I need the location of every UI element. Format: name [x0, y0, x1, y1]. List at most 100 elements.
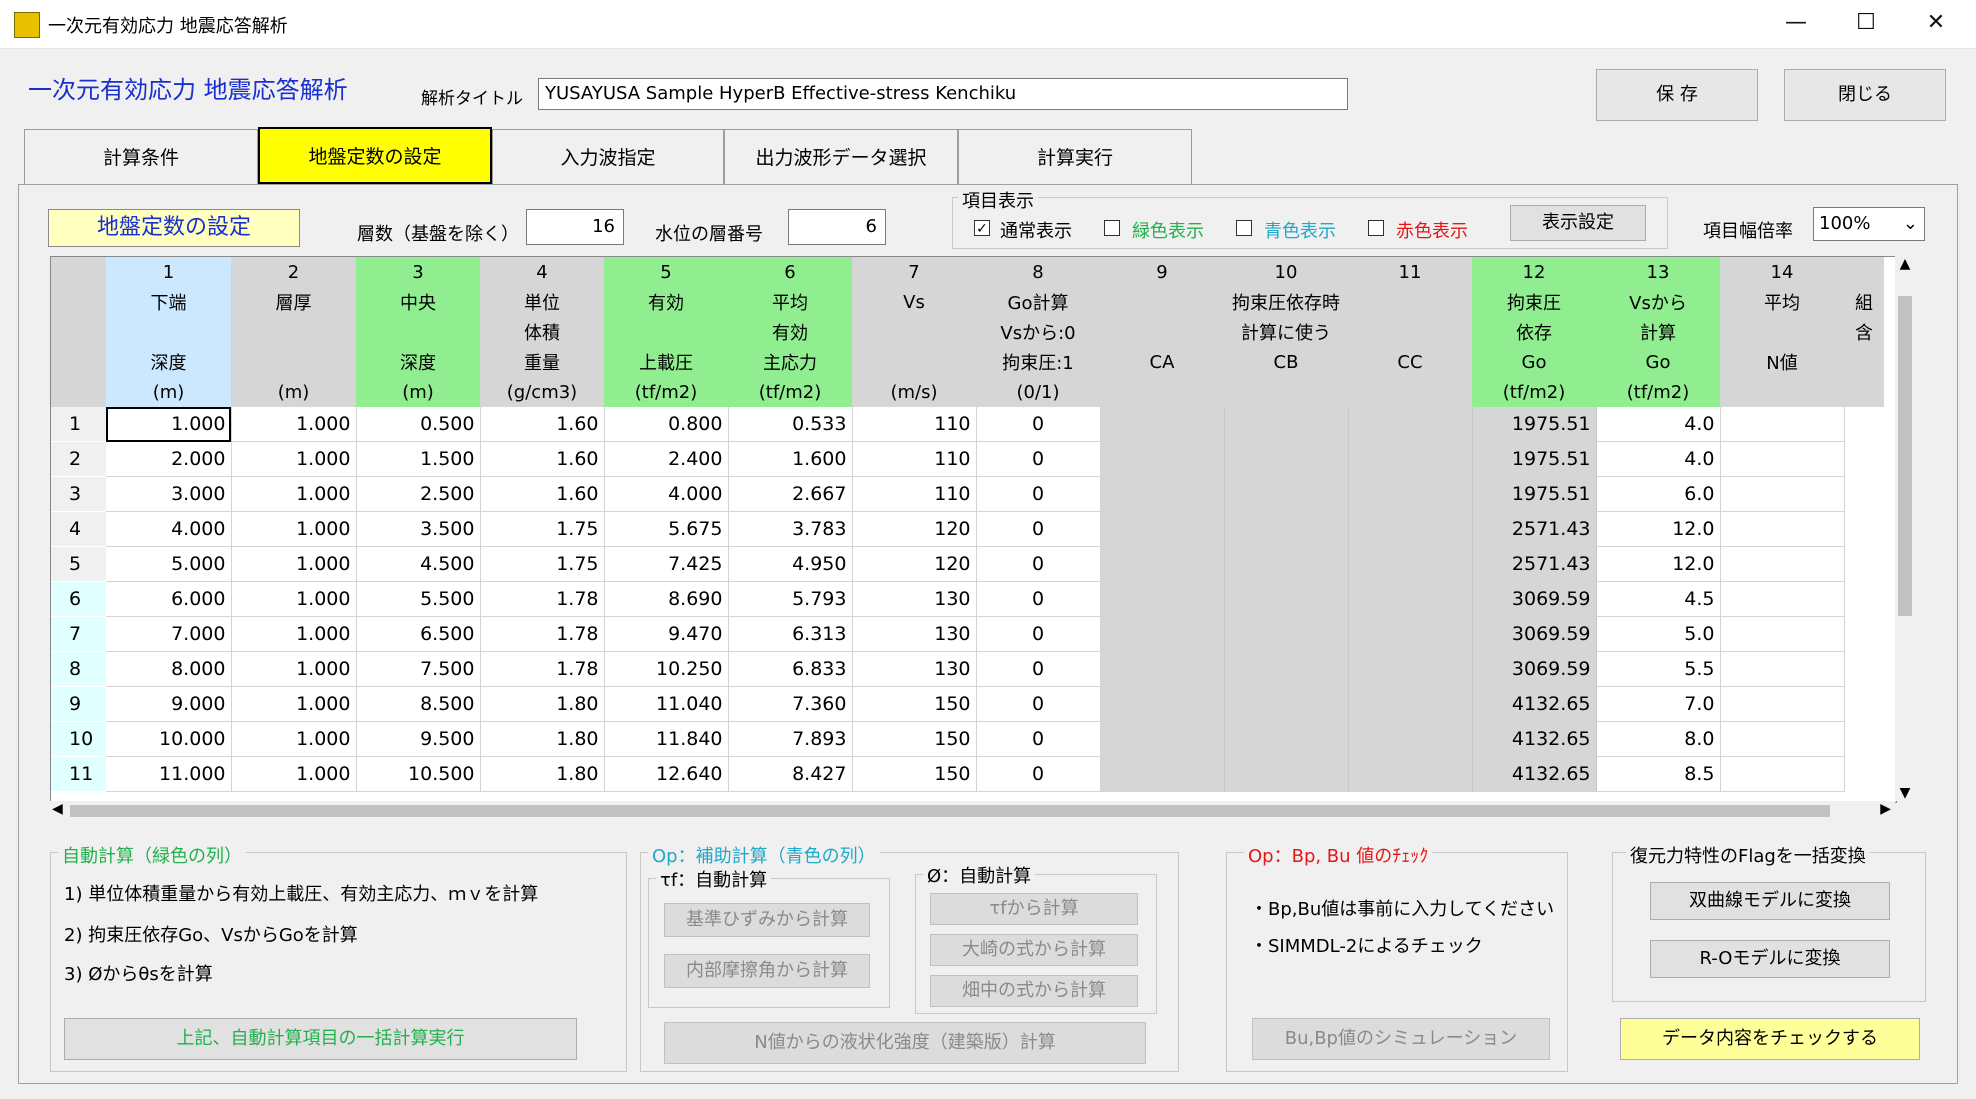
scroll-right-icon[interactable]: ▶ — [1880, 801, 1891, 817]
tab-ground-constants[interactable]: 地盤定数の設定 — [258, 127, 492, 184]
table-cell[interactable]: 2.400 — [604, 441, 729, 477]
table-cell[interactable]: 3069.59 — [1472, 581, 1597, 617]
col-num[interactable]: 14 — [1720, 257, 1844, 287]
table-cell[interactable]: 1.78 — [480, 651, 605, 687]
table-cell[interactable]: 6.000 — [106, 581, 232, 617]
table-cell[interactable]: 1975.51 — [1472, 476, 1597, 512]
layers-input[interactable]: 16 — [526, 209, 624, 245]
tab-input-wave[interactable]: 入力波指定 — [492, 129, 724, 185]
table-cell[interactable] — [1348, 721, 1473, 757]
table-cell[interactable]: 4.000 — [106, 511, 232, 547]
table-cell[interactable]: 1975.51 — [1472, 407, 1597, 442]
row-header[interactable]: 4 — [51, 511, 106, 547]
table-cell[interactable]: 4.950 — [728, 546, 853, 582]
table-cell[interactable] — [1224, 756, 1349, 792]
table-row[interactable]: 9 9.000 1.000 8.500 1.80 11.040 7.360 150 0 4132.… — [51, 686, 1884, 722]
table-cell[interactable] — [1100, 511, 1225, 547]
table-cell[interactable]: 8.427 — [728, 756, 853, 792]
table-cell[interactable]: 1.000 — [231, 651, 357, 687]
table-cell[interactable]: 6.0 — [1596, 476, 1721, 512]
row-header[interactable]: 9 — [51, 686, 106, 722]
table-cell[interactable] — [1224, 407, 1349, 442]
table-cell[interactable]: 7.000 — [106, 616, 232, 652]
table-cell[interactable] — [1100, 546, 1225, 582]
table-cell[interactable]: 4.500 — [356, 546, 481, 582]
col-num[interactable]: 1 — [106, 257, 231, 287]
table-cell[interactable]: 0 — [976, 616, 1101, 652]
row-header[interactable]: 10 — [51, 721, 106, 757]
table-cell[interactable] — [1720, 407, 1845, 442]
table-cell[interactable] — [1348, 616, 1473, 652]
table-row[interactable]: 10 10.000 1.000 9.500 1.80 11.840 7.893 150 0 413… — [51, 721, 1884, 757]
table-cell[interactable]: 8.500 — [356, 686, 481, 722]
table-cell[interactable] — [1224, 686, 1349, 722]
table-cell[interactable]: 4132.65 — [1472, 756, 1597, 792]
row-header[interactable]: 6 — [51, 581, 106, 617]
table-cell[interactable]: 5.675 — [604, 511, 729, 547]
blue-display-checkbox[interactable] — [1236, 220, 1252, 236]
table-cell[interactable]: 1975.51 — [1472, 441, 1597, 477]
table-cell[interactable]: 1.000 — [231, 686, 357, 722]
table-cell[interactable] — [1720, 511, 1845, 547]
col-num[interactable]: 6 — [728, 257, 852, 287]
table-cell[interactable]: 5.793 — [728, 581, 853, 617]
table-cell[interactable]: 3.783 — [728, 511, 853, 547]
table-cell[interactable]: 3069.59 — [1472, 616, 1597, 652]
table-cell[interactable] — [1224, 546, 1349, 582]
table-cell[interactable]: 11.040 — [604, 686, 729, 722]
col-num[interactable]: 13 — [1596, 257, 1720, 287]
table-cell[interactable]: 0 — [976, 686, 1101, 722]
table-cell[interactable]: 150 — [852, 686, 977, 722]
table-cell[interactable]: 0 — [976, 441, 1101, 477]
horizontal-scrollbar[interactable]: ◀ ▶ — [50, 801, 1895, 821]
table-cell[interactable]: 1.75 — [480, 511, 605, 547]
auto-calc-run-button[interactable]: 上記、自動計算項目の一括計算実行 — [64, 1018, 577, 1060]
table-cell[interactable]: 4132.65 — [1472, 686, 1597, 722]
table-cell[interactable]: 12.0 — [1596, 511, 1721, 547]
table-cell[interactable]: 1.80 — [480, 756, 605, 792]
ref-strain-calc-button[interactable]: 基準ひずみから計算 — [664, 903, 870, 937]
ro-model-button[interactable]: R-Oモデルに変換 — [1650, 940, 1890, 978]
table-cell[interactable] — [1720, 581, 1845, 617]
table-cell[interactable]: 0.800 — [604, 407, 729, 442]
check-data-button[interactable]: データ内容をチェックする — [1620, 1018, 1920, 1060]
table-cell[interactable] — [1100, 686, 1225, 722]
row-header[interactable]: 8 — [51, 651, 106, 687]
table-cell[interactable]: 2571.43 — [1472, 546, 1597, 582]
table-cell[interactable] — [1100, 407, 1225, 442]
analysis-title-input[interactable]: YUSAYUSA Sample HyperB Effective-stress … — [538, 78, 1348, 110]
table-cell[interactable]: 110 — [852, 407, 977, 442]
table-cell[interactable] — [1224, 651, 1349, 687]
table-cell[interactable]: 7.425 — [604, 546, 729, 582]
table-cell[interactable]: 5.5 — [1596, 651, 1721, 687]
table-cell[interactable]: 1.60 — [480, 476, 605, 512]
table-cell[interactable]: 12.640 — [604, 756, 729, 792]
table-cell[interactable]: 1.78 — [480, 581, 605, 617]
normal-display-checkbox[interactable]: ✓ — [974, 220, 990, 237]
table-cell[interactable] — [1224, 511, 1349, 547]
scroll-up-icon[interactable]: ▲ — [1895, 256, 1915, 272]
save-button[interactable]: 保 存 — [1596, 69, 1758, 121]
table-cell[interactable]: 9.470 — [604, 616, 729, 652]
zoom-select[interactable]: 100% ⌄ — [1813, 207, 1925, 241]
scroll-down-icon[interactable]: ▼ — [1895, 785, 1915, 801]
table-cell[interactable]: 1.80 — [480, 686, 605, 722]
table-cell[interactable]: 1.000 — [231, 756, 357, 792]
table-cell[interactable]: 1.000 — [231, 581, 357, 617]
table-cell[interactable]: 1.000 — [231, 441, 357, 477]
table-cell[interactable] — [1348, 546, 1473, 582]
table-cell[interactable] — [1720, 546, 1845, 582]
col-num[interactable]: 5 — [604, 257, 728, 287]
table-cell[interactable]: 5.0 — [1596, 616, 1721, 652]
table-cell[interactable] — [1720, 686, 1845, 722]
liquefaction-calc-button[interactable]: N値からの液状化強度（建築版）計算 — [664, 1022, 1146, 1064]
table-cell[interactable]: 10.000 — [106, 721, 232, 757]
table-cell[interactable]: 11.840 — [604, 721, 729, 757]
scrollbar-thumb[interactable] — [1898, 296, 1912, 616]
col-num[interactable]: 9 — [1100, 257, 1224, 287]
table-row[interactable]: 5 5.000 1.000 4.500 1.75 7.425 4.950 120 0 2571.4… — [51, 546, 1884, 582]
table-cell[interactable]: 8.0 — [1596, 721, 1721, 757]
table-cell[interactable]: 150 — [852, 756, 977, 792]
table-cell[interactable] — [1720, 441, 1845, 477]
red-display-checkbox[interactable] — [1368, 220, 1384, 236]
